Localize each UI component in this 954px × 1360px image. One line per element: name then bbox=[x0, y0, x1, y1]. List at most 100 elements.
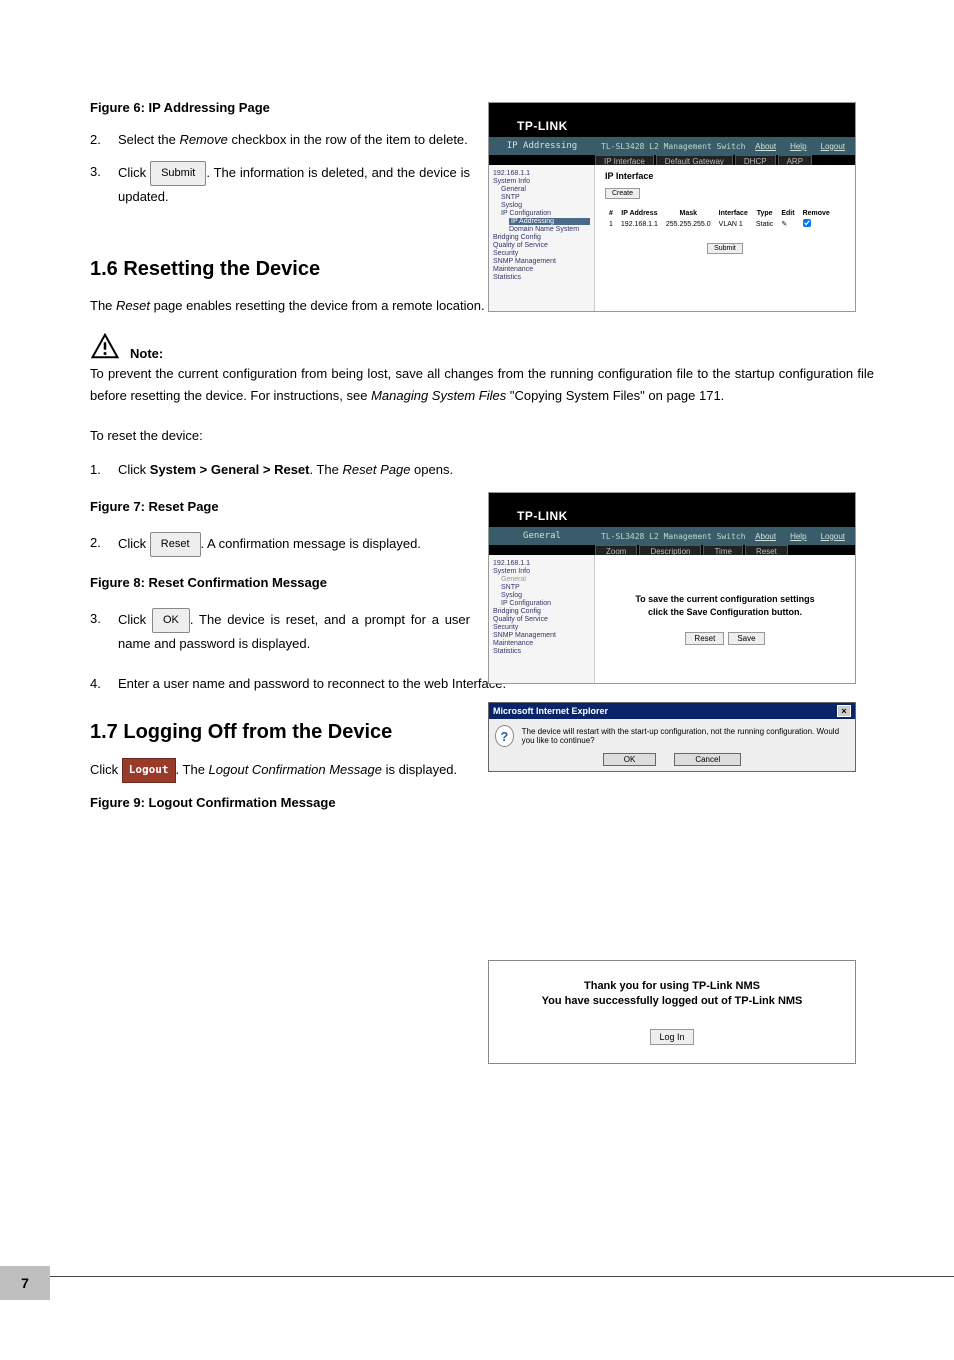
table-row: 1 192.168.1.1 255.255.255.0 VLAN 1 Stati… bbox=[605, 218, 834, 230]
save-config-msg: To save the current configuration settin… bbox=[635, 593, 814, 618]
cell: 255.255.255.0 bbox=[662, 218, 715, 230]
reset-intro: To reset the device: bbox=[90, 425, 470, 447]
figure6-image: TP-LINK IP Addressing TL-SL3428 L2 Manag… bbox=[488, 102, 856, 312]
text: You have successfully logged out of TP-L… bbox=[542, 995, 803, 1007]
switch-title: TL-SL3428 L2 Management Switch bbox=[595, 532, 755, 541]
figure8-image: Microsoft Internet Explorer × ? The devi… bbox=[488, 702, 856, 772]
note-body: To prevent the current configuration fro… bbox=[90, 363, 874, 407]
tree-snmp[interactable]: SNMP Management bbox=[493, 258, 590, 265]
tree-system-info[interactable]: System Info bbox=[493, 568, 590, 575]
ip-table: # IP Address Mask Interface Type Edit Re… bbox=[605, 209, 834, 230]
th-num: # bbox=[605, 209, 617, 218]
nav-tree: 192.168.1.1 System Info General SNTP Sys… bbox=[489, 165, 595, 311]
tree-statistics[interactable]: Statistics bbox=[493, 274, 590, 281]
text: To save the current configuration settin… bbox=[635, 594, 814, 604]
cancel-button[interactable]: Cancel bbox=[674, 753, 741, 766]
text: page enables resetting the device from a… bbox=[150, 298, 485, 313]
tp-link-logo: TP-LINK bbox=[517, 509, 855, 523]
tree-qos[interactable]: Quality of Service bbox=[493, 616, 590, 623]
tree-qos[interactable]: Quality of Service bbox=[493, 242, 590, 249]
cell: VLAN 1 bbox=[715, 218, 752, 230]
step-body: Click OK. The device is reset, and a pro… bbox=[118, 608, 470, 655]
create-button[interactable]: Create bbox=[605, 188, 640, 199]
submit-button-inline: Submit bbox=[150, 161, 206, 186]
tree-syslog[interactable]: Syslog bbox=[501, 202, 590, 209]
text: click the Save Configuration button. bbox=[648, 607, 802, 617]
step-number: 4. bbox=[90, 673, 118, 695]
reset-button-inline: Reset bbox=[150, 532, 201, 557]
help-link[interactable]: Help bbox=[790, 142, 806, 151]
th-type: Type bbox=[752, 209, 778, 218]
step-body: Click System > General > Reset. The Rese… bbox=[118, 459, 470, 481]
ok-button-inline: OK bbox=[152, 608, 190, 633]
tree-security[interactable]: Security bbox=[493, 250, 590, 257]
tree-maintenance[interactable]: Maintenance bbox=[493, 640, 590, 647]
logout-link[interactable]: Logout bbox=[821, 532, 845, 541]
text: Thank you for using TP-Link NMS bbox=[584, 980, 760, 992]
figure7-image: TP-LINK General TL-SL3428 L2 Management … bbox=[488, 492, 856, 684]
tree-general[interactable]: General bbox=[501, 186, 590, 193]
text: The bbox=[90, 298, 116, 313]
tree-ip: 192.168.1.1 bbox=[493, 170, 590, 177]
step-number: 2. bbox=[90, 129, 118, 151]
logout-link[interactable]: Logout bbox=[821, 142, 845, 151]
steps-reset-2: 2. Click Reset. A confirmation message i… bbox=[90, 532, 470, 557]
figure9-image: Thank you for using TP-Link NMS You have… bbox=[488, 960, 856, 1064]
tree-bridging[interactable]: Bridging Config bbox=[493, 608, 590, 615]
text-bold: System > General > Reset bbox=[150, 462, 310, 477]
close-icon[interactable]: × bbox=[837, 705, 851, 717]
logout-message: Thank you for using TP-Link NMS You have… bbox=[542, 979, 803, 1010]
step-body: Click Reset. A confirmation message is d… bbox=[118, 532, 470, 557]
reset-button[interactable]: Reset bbox=[685, 632, 724, 645]
tree-bridging[interactable]: Bridging Config bbox=[493, 234, 590, 241]
panel-heading: IP Interface bbox=[605, 171, 845, 181]
tree-ip-addressing[interactable]: IP Addressing bbox=[509, 218, 590, 225]
help-link[interactable]: Help bbox=[790, 532, 806, 541]
logout-button-inline: Logout bbox=[122, 758, 176, 783]
tree-syslog[interactable]: Syslog bbox=[501, 592, 590, 599]
text-emph: Logout Confirmation Message bbox=[209, 762, 382, 777]
step-number: 1. bbox=[90, 459, 118, 481]
text: is displayed. bbox=[382, 762, 457, 777]
note-label: Note: bbox=[130, 346, 163, 361]
tree-ip-configuration[interactable]: IP Configuration bbox=[501, 210, 590, 217]
dialog-message: The device will restart with the start-u… bbox=[522, 727, 849, 745]
text: . The bbox=[309, 462, 342, 477]
tree-maintenance[interactable]: Maintenance bbox=[493, 266, 590, 273]
th-ip: IP Address bbox=[617, 209, 662, 218]
tree-sntp[interactable]: SNTP bbox=[501, 194, 590, 201]
tree-statistics[interactable]: Statistics bbox=[493, 648, 590, 655]
dialog-title: Microsoft Internet Explorer bbox=[493, 706, 608, 716]
text: opens. bbox=[410, 462, 453, 477]
steps-reset-1: 1. Click System > General > Reset. The R… bbox=[90, 459, 470, 481]
submit-button[interactable]: Submit bbox=[707, 243, 743, 254]
remove-checkbox[interactable] bbox=[799, 218, 834, 230]
text-emph: Remove bbox=[179, 132, 227, 147]
note-block: Note: bbox=[90, 331, 874, 361]
text: Click bbox=[118, 536, 150, 551]
text: Click bbox=[118, 165, 150, 180]
text: Click bbox=[90, 762, 122, 777]
figure7-caption: Figure 7: Reset Page bbox=[90, 499, 470, 514]
tree-security[interactable]: Security bbox=[493, 624, 590, 631]
text: Click bbox=[118, 612, 152, 627]
steps-reset-3: 3. Click OK. The device is reset, and a … bbox=[90, 608, 470, 655]
edit-icon[interactable]: ✎ bbox=[777, 218, 798, 230]
text: Select the bbox=[118, 132, 179, 147]
login-button[interactable]: Log In bbox=[650, 1029, 693, 1045]
step-number: 3. bbox=[90, 161, 118, 208]
tp-link-logo: TP-LINK bbox=[517, 119, 855, 133]
about-link[interactable]: About bbox=[755, 142, 776, 151]
save-button[interactable]: Save bbox=[728, 632, 764, 645]
step-number: 2. bbox=[90, 532, 118, 557]
th-remove: Remove bbox=[799, 209, 834, 218]
tree-ip-configuration[interactable]: IP Configuration bbox=[501, 600, 590, 607]
tree-sntp[interactable]: SNTP bbox=[501, 584, 590, 591]
question-icon: ? bbox=[495, 725, 514, 747]
tree-general[interactable]: General bbox=[501, 576, 590, 583]
ok-button[interactable]: OK bbox=[603, 753, 657, 766]
tree-system-info[interactable]: System Info bbox=[493, 178, 590, 185]
tree-dns[interactable]: Domain Name System bbox=[509, 226, 590, 233]
tree-snmp[interactable]: SNMP Management bbox=[493, 632, 590, 639]
about-link[interactable]: About bbox=[755, 532, 776, 541]
